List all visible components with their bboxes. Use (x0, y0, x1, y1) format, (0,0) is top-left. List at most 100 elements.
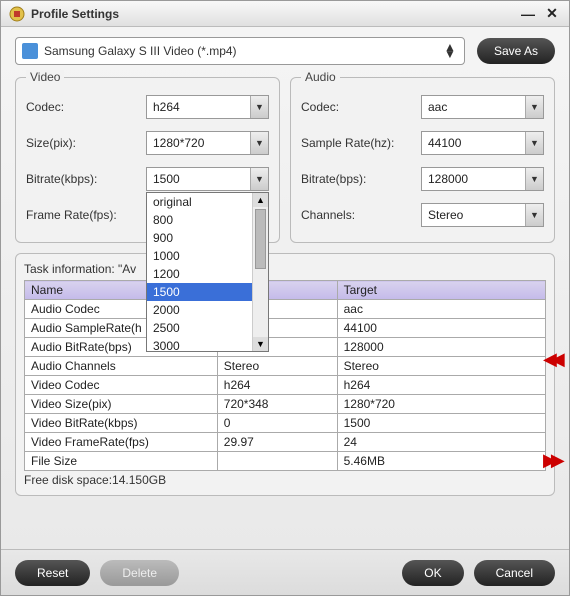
table-row: Audio ChannelsStereoStereo (25, 357, 546, 376)
video-panel: Video Codec: h264 ▼ Size(pix): 1280*720 … (15, 77, 280, 243)
cancel-button[interactable]: Cancel (474, 560, 555, 586)
task-info-title: Task information: "Av (24, 262, 546, 276)
audio-samplerate-value: 44100 (428, 136, 525, 150)
cell-name: Audio Channels (25, 357, 218, 376)
task-info-panel: Task information: "Av Name Target Audio … (15, 253, 555, 496)
bitrate-option[interactable]: 2500 (147, 319, 268, 337)
bitrate-option[interactable]: 1500 (147, 283, 268, 301)
video-framerate-label: Frame Rate(fps): (26, 208, 146, 222)
scroll-up-icon[interactable]: ▲ (253, 193, 268, 207)
audio-codec-select[interactable]: aac ▼ (421, 95, 544, 119)
video-size-label: Size(pix): (26, 136, 146, 150)
audio-samplerate-label: Sample Rate(hz): (301, 136, 421, 150)
chevron-down-icon: ▼ (250, 132, 268, 154)
cell-source: Stereo (217, 357, 337, 376)
cell-target: aac (337, 300, 545, 319)
video-bitrate-select[interactable]: 1500 ▼ original8009001000120015002000250… (146, 167, 269, 191)
cell-target: 128000 (337, 338, 545, 357)
window-title: Profile Settings (31, 7, 513, 21)
bitrate-option[interactable]: 2000 (147, 301, 268, 319)
free-disk-space: Free disk space:14.150GB (24, 473, 546, 487)
mp4-icon (22, 43, 38, 59)
chevron-down-icon: ▼ (250, 168, 268, 190)
chevron-down-icon: ▼ (525, 132, 543, 154)
cell-name: Video BitRate(kbps) (25, 414, 218, 433)
audio-samplerate-select[interactable]: 44100 ▼ (421, 131, 544, 155)
audio-bitrate-value: 128000 (428, 172, 525, 186)
expand-right-icon[interactable]: ▶▶ (543, 450, 567, 471)
table-row: Video FrameRate(fps)29.9724 (25, 433, 546, 452)
dropdown-scrollbar[interactable]: ▲ ▼ (252, 193, 268, 351)
table-header-row: Name Target (25, 281, 546, 300)
titlebar: Profile Settings — ✕ (1, 1, 569, 27)
profile-select-value: Samsung Galaxy S III Video (*.mp4) (44, 44, 442, 58)
audio-panel-title: Audio (301, 70, 340, 84)
app-icon (9, 6, 25, 22)
video-codec-select[interactable]: h264 ▼ (146, 95, 269, 119)
spinner-arrows-icon[interactable]: ▲▼ (442, 44, 458, 58)
minimize-button[interactable]: — (519, 6, 537, 22)
table-row: Audio BitRate(bps)128000 (25, 338, 546, 357)
audio-bitrate-select[interactable]: 128000 ▼ (421, 167, 544, 191)
audio-channels-select[interactable]: Stereo ▼ (421, 203, 544, 227)
table-row: Video Codech264h264 (25, 376, 546, 395)
profile-select[interactable]: Samsung Galaxy S III Video (*.mp4) ▲▼ (15, 37, 465, 65)
cell-target: 1500 (337, 414, 545, 433)
task-info-table: Name Target Audio CodecaacAudio SampleRa… (24, 280, 546, 471)
video-bitrate-value: 1500 (153, 172, 250, 186)
cell-target: Stereo (337, 357, 545, 376)
chevron-down-icon: ▼ (250, 96, 268, 118)
cell-target: 24 (337, 433, 545, 452)
audio-channels-label: Channels: (301, 208, 421, 222)
content-area: Samsung Galaxy S III Video (*.mp4) ▲▼ Sa… (1, 27, 569, 549)
cell-source: 0 (217, 414, 337, 433)
cell-name: Video Size(pix) (25, 395, 218, 414)
cell-target: 5.46MB (337, 452, 545, 471)
table-row: Video BitRate(kbps)01500 (25, 414, 546, 433)
footer: Reset Delete OK Cancel (1, 549, 569, 595)
scroll-down-icon[interactable]: ▼ (253, 337, 268, 351)
table-row: Video Size(pix)720*3481280*720 (25, 395, 546, 414)
cell-target: 44100 (337, 319, 545, 338)
collapse-left-icon[interactable]: ◀◀ (543, 349, 567, 370)
table-row: File Size 5.46MB (25, 452, 546, 471)
audio-channels-value: Stereo (428, 208, 525, 222)
profile-settings-window: Profile Settings — ✕ Samsung Galaxy S II… (0, 0, 570, 596)
reset-button[interactable]: Reset (15, 560, 90, 586)
bitrate-option[interactable]: 1000 (147, 247, 268, 265)
chevron-down-icon: ▼ (525, 168, 543, 190)
bitrate-option[interactable]: 3000 (147, 337, 268, 352)
cell-source: h264 (217, 376, 337, 395)
table-row: Audio Codecaac (25, 300, 546, 319)
cell-name: Video Codec (25, 376, 218, 395)
video-size-select[interactable]: 1280*720 ▼ (146, 131, 269, 155)
audio-bitrate-label: Bitrate(bps): (301, 172, 421, 186)
bitrate-option[interactable]: 900 (147, 229, 268, 247)
cell-name: File Size (25, 452, 218, 471)
scrollbar-thumb[interactable] (255, 209, 266, 269)
chevron-down-icon: ▼ (525, 96, 543, 118)
close-button[interactable]: ✕ (543, 5, 561, 22)
audio-codec-value: aac (428, 100, 525, 114)
col-target: Target (337, 281, 545, 300)
video-bitrate-dropdown[interactable]: original80090010001200150020002500300035… (146, 192, 269, 352)
cell-target: 1280*720 (337, 395, 545, 414)
chevron-down-icon: ▼ (525, 204, 543, 226)
bitrate-option[interactable]: 1200 (147, 265, 268, 283)
cell-source: 29.97 (217, 433, 337, 452)
video-size-value: 1280*720 (153, 136, 250, 150)
ok-button[interactable]: OK (402, 560, 463, 586)
table-row: Audio SampleRate(h44100 (25, 319, 546, 338)
cell-name: Video FrameRate(fps) (25, 433, 218, 452)
audio-codec-label: Codec: (301, 100, 421, 114)
video-panel-title: Video (26, 70, 64, 84)
bitrate-option[interactable]: original (147, 193, 268, 211)
video-codec-label: Codec: (26, 100, 146, 114)
cell-source: 720*348 (217, 395, 337, 414)
video-codec-value: h264 (153, 100, 250, 114)
audio-panel: Audio Codec: aac ▼ Sample Rate(hz): 4410… (290, 77, 555, 243)
cell-target: h264 (337, 376, 545, 395)
video-bitrate-label: Bitrate(kbps): (26, 172, 146, 186)
save-as-button[interactable]: Save As (477, 38, 555, 64)
bitrate-option[interactable]: 800 (147, 211, 268, 229)
